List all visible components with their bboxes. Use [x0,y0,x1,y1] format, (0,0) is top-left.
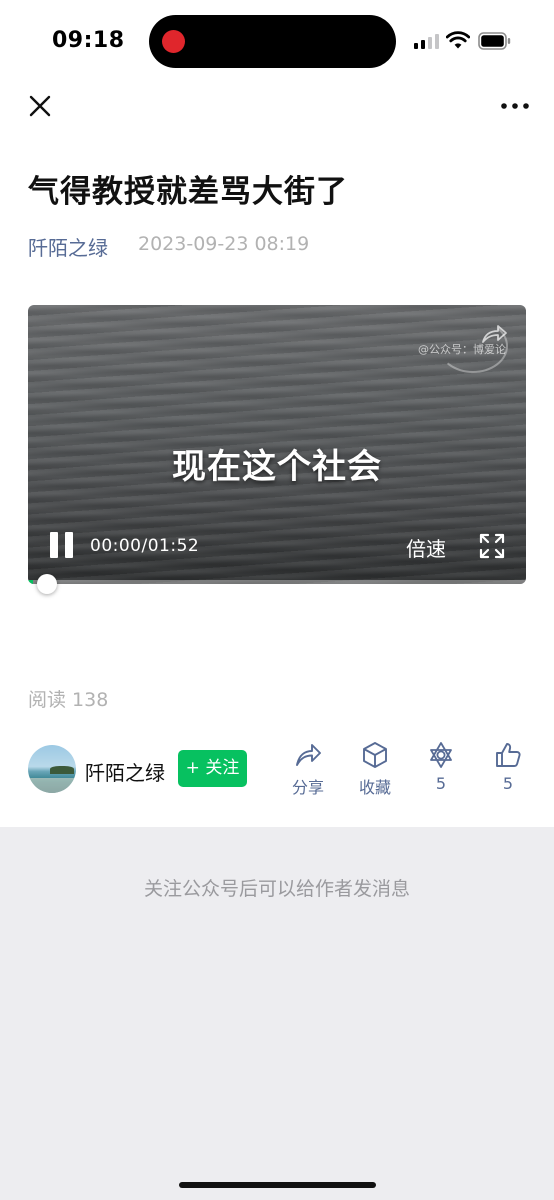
battery-icon [478,32,511,50]
share-icon [296,744,321,766]
thumbs-up-icon [496,743,521,767]
fullscreen-icon[interactable] [479,533,505,559]
home-indicator[interactable] [179,1182,376,1188]
dynamic-island [149,15,396,68]
favorite-button[interactable]: 收藏 [345,740,405,798]
more-icon[interactable] [500,96,530,116]
recording-indicator [162,30,185,53]
video-watermark: @公众号：博爱论 [418,343,506,356]
wifi-icon [446,31,470,49]
video-caption: 现在这个社会 [172,447,382,487]
share-button[interactable]: 分享 [278,740,338,798]
video-progress-track[interactable] [28,580,526,584]
message-notice: 关注公众号后可以给作者发消息 [143,878,410,900]
article-page: 09:18 气得教授就差骂大街了 阡陌之绿 2023-09-23 08:19 @… [0,0,554,827]
video-progress-fill [28,580,33,584]
close-icon[interactable] [26,92,54,120]
like-count: 5 [502,774,514,793]
playback-speed-button[interactable]: 倍速 [406,533,446,562]
like-button[interactable]: 5 [478,740,538,793]
share-label: 分享 [291,778,324,797]
author-avatar[interactable] [28,745,76,793]
favorite-cube-icon [363,742,387,768]
cellular-signal-icon [414,33,440,49]
status-time: 09:18 [52,28,125,53]
wow-button[interactable]: 5 [411,740,471,793]
article-date: 2023-09-23 08:19 [138,233,310,255]
wow-count: 5 [435,774,447,793]
article-title: 气得教授就差骂大街了 [28,174,348,210]
follow-button[interactable]: + 关注 [178,750,247,787]
pause-icon [50,532,58,558]
pause-button[interactable] [50,532,74,558]
video-player[interactable]: @公众号：博爱论 现在这个社会 00:00/01:52 倍速 [28,305,526,584]
wow-icon [430,742,452,768]
article-author-link[interactable]: 阡陌之绿 [28,232,108,261]
video-progress-thumb[interactable] [37,574,57,594]
video-time: 00:00/01:52 [90,536,200,556]
read-count: 阅读 138 [28,689,109,711]
author-name[interactable]: 阡陌之绿 [85,757,165,786]
favorite-label: 收藏 [358,778,391,797]
